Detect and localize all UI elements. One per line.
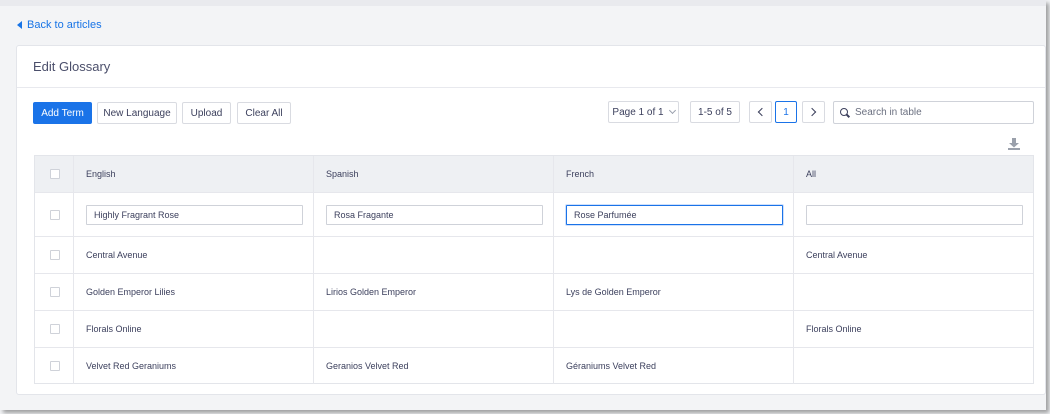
spanish-cell: Lirios Golden Emperor (314, 274, 554, 310)
back-link-label: Back to articles (27, 19, 102, 31)
download-icon[interactable] (1007, 137, 1021, 151)
row-checkbox-cell (35, 193, 74, 236)
row-checkbox-cell (35, 311, 74, 347)
english-cell: Golden Emperor Lilies (74, 274, 314, 310)
french-cell: Géraniums Velvet Red (554, 348, 794, 384)
card-title: Edit Glossary (17, 46, 1045, 88)
spanish-cell (314, 311, 554, 347)
english-term-input[interactable] (86, 204, 303, 225)
row-checkbox-cell (35, 348, 74, 384)
table-row[interactable]: Central Avenue Central Avenue (35, 237, 1033, 274)
row-checkbox[interactable] (50, 361, 60, 371)
french-cell (554, 237, 794, 273)
page-number-button[interactable]: 1 (775, 101, 797, 123)
row-checkbox[interactable] (50, 287, 60, 297)
next-page-button[interactable] (802, 101, 825, 123)
edit-cell-all (794, 193, 1033, 236)
row-checkbox-cell (35, 274, 74, 310)
page-select-dropdown[interactable]: Page 1 of 1 (608, 101, 679, 123)
table-row[interactable]: Golden Emperor Lilies Lirios Golden Empe… (35, 274, 1033, 311)
caret-left-icon (17, 21, 22, 29)
row-checkbox-cell (35, 237, 74, 273)
chevron-down-icon (668, 106, 676, 115)
french-cell: Lys de Golden Emperor (554, 274, 794, 310)
table-row[interactable]: Florals Online Florals Online (35, 311, 1033, 348)
upload-button[interactable]: Upload (182, 102, 231, 124)
french-cell (554, 311, 794, 347)
english-cell: Florals Online (74, 311, 314, 347)
edit-row (35, 193, 1033, 237)
all-cell: Central Avenue (806, 250, 868, 260)
all-cell (794, 348, 1033, 384)
chevron-right-icon (807, 107, 817, 117)
search-icon (840, 107, 850, 118)
spanish-cell: Geranios Velvet Red (314, 348, 554, 384)
select-all-cell (35, 156, 74, 192)
previous-page-button[interactable] (749, 101, 772, 123)
all-cell: Florals Online (806, 324, 862, 334)
result-range: 1-5 of 5 (690, 101, 740, 123)
row-checkbox[interactable] (50, 209, 60, 220)
column-header-english[interactable]: English (74, 156, 314, 192)
back-to-articles-link[interactable]: Back to articles (17, 19, 102, 31)
row-checkbox[interactable] (50, 250, 60, 260)
spanish-cell (314, 237, 554, 273)
edit-cell-english (74, 193, 314, 236)
new-language-button[interactable]: New Language (97, 102, 177, 124)
add-term-button[interactable]: Add Term (33, 102, 92, 124)
row-checkbox[interactable] (50, 324, 60, 334)
app-frame: Back to articles Edit Glossary Add Term … (0, 0, 1046, 410)
glossary-table: English Spanish French All Central Avenu… (34, 155, 1034, 384)
spanish-term-input[interactable] (326, 204, 543, 225)
all-term-input[interactable] (806, 204, 1023, 225)
french-term-input[interactable] (566, 204, 783, 225)
edit-cell-french (554, 193, 794, 236)
select-all-checkbox[interactable] (50, 169, 60, 179)
column-header-all[interactable]: All (794, 156, 1033, 192)
column-header-french[interactable]: French (554, 156, 794, 192)
english-cell: Central Avenue (74, 237, 314, 273)
page-select-value: Page 1 of 1 (612, 106, 664, 118)
english-cell: Velvet Red Geraniums (74, 348, 314, 384)
glossary-card: Edit Glossary Add Term New Language Uplo… (16, 45, 1046, 395)
search-input[interactable] (855, 107, 1025, 118)
all-cell (794, 274, 1033, 310)
table-search[interactable] (833, 101, 1034, 124)
edit-cell-spanish (314, 193, 554, 236)
chevron-left-icon (757, 107, 767, 117)
column-header-spanish[interactable]: Spanish (314, 156, 554, 192)
table-row[interactable]: Velvet Red Geraniums Geranios Velvet Red… (35, 348, 1033, 384)
top-strip (0, 0, 1046, 6)
table-header-row: English Spanish French All (35, 156, 1033, 193)
clear-all-button[interactable]: Clear All (237, 102, 291, 124)
